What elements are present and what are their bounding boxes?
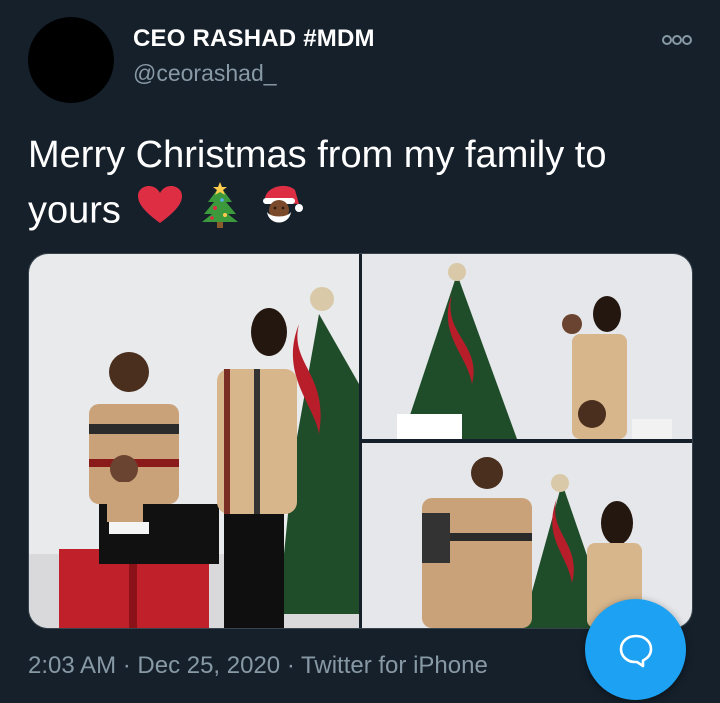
compose-button[interactable]	[585, 599, 686, 700]
santa-emoji	[257, 182, 303, 243]
media-grid[interactable]	[28, 253, 693, 629]
christmas-tree-emoji	[200, 182, 240, 243]
chat-bubble-icon	[619, 634, 652, 667]
photo-mother-baby-tree[interactable]	[362, 254, 692, 439]
tweet-timestamp: 2:03 AM · Dec 25, 2020 · Twitter for iPh…	[28, 652, 488, 679]
tweet-text: Merry Christmas from my family to yours	[28, 134, 607, 232]
more-options-icon[interactable]	[662, 33, 692, 47]
heart-emoji	[137, 185, 183, 240]
user-handle[interactable]: @ceorashad_	[133, 60, 277, 87]
tweet-body: Merry Christmas from my family to yours	[28, 128, 678, 243]
avatar[interactable]	[28, 17, 114, 103]
photo-family-tree[interactable]	[29, 254, 359, 628]
display-name[interactable]: CEO RASHAD #MDM	[133, 25, 375, 53]
